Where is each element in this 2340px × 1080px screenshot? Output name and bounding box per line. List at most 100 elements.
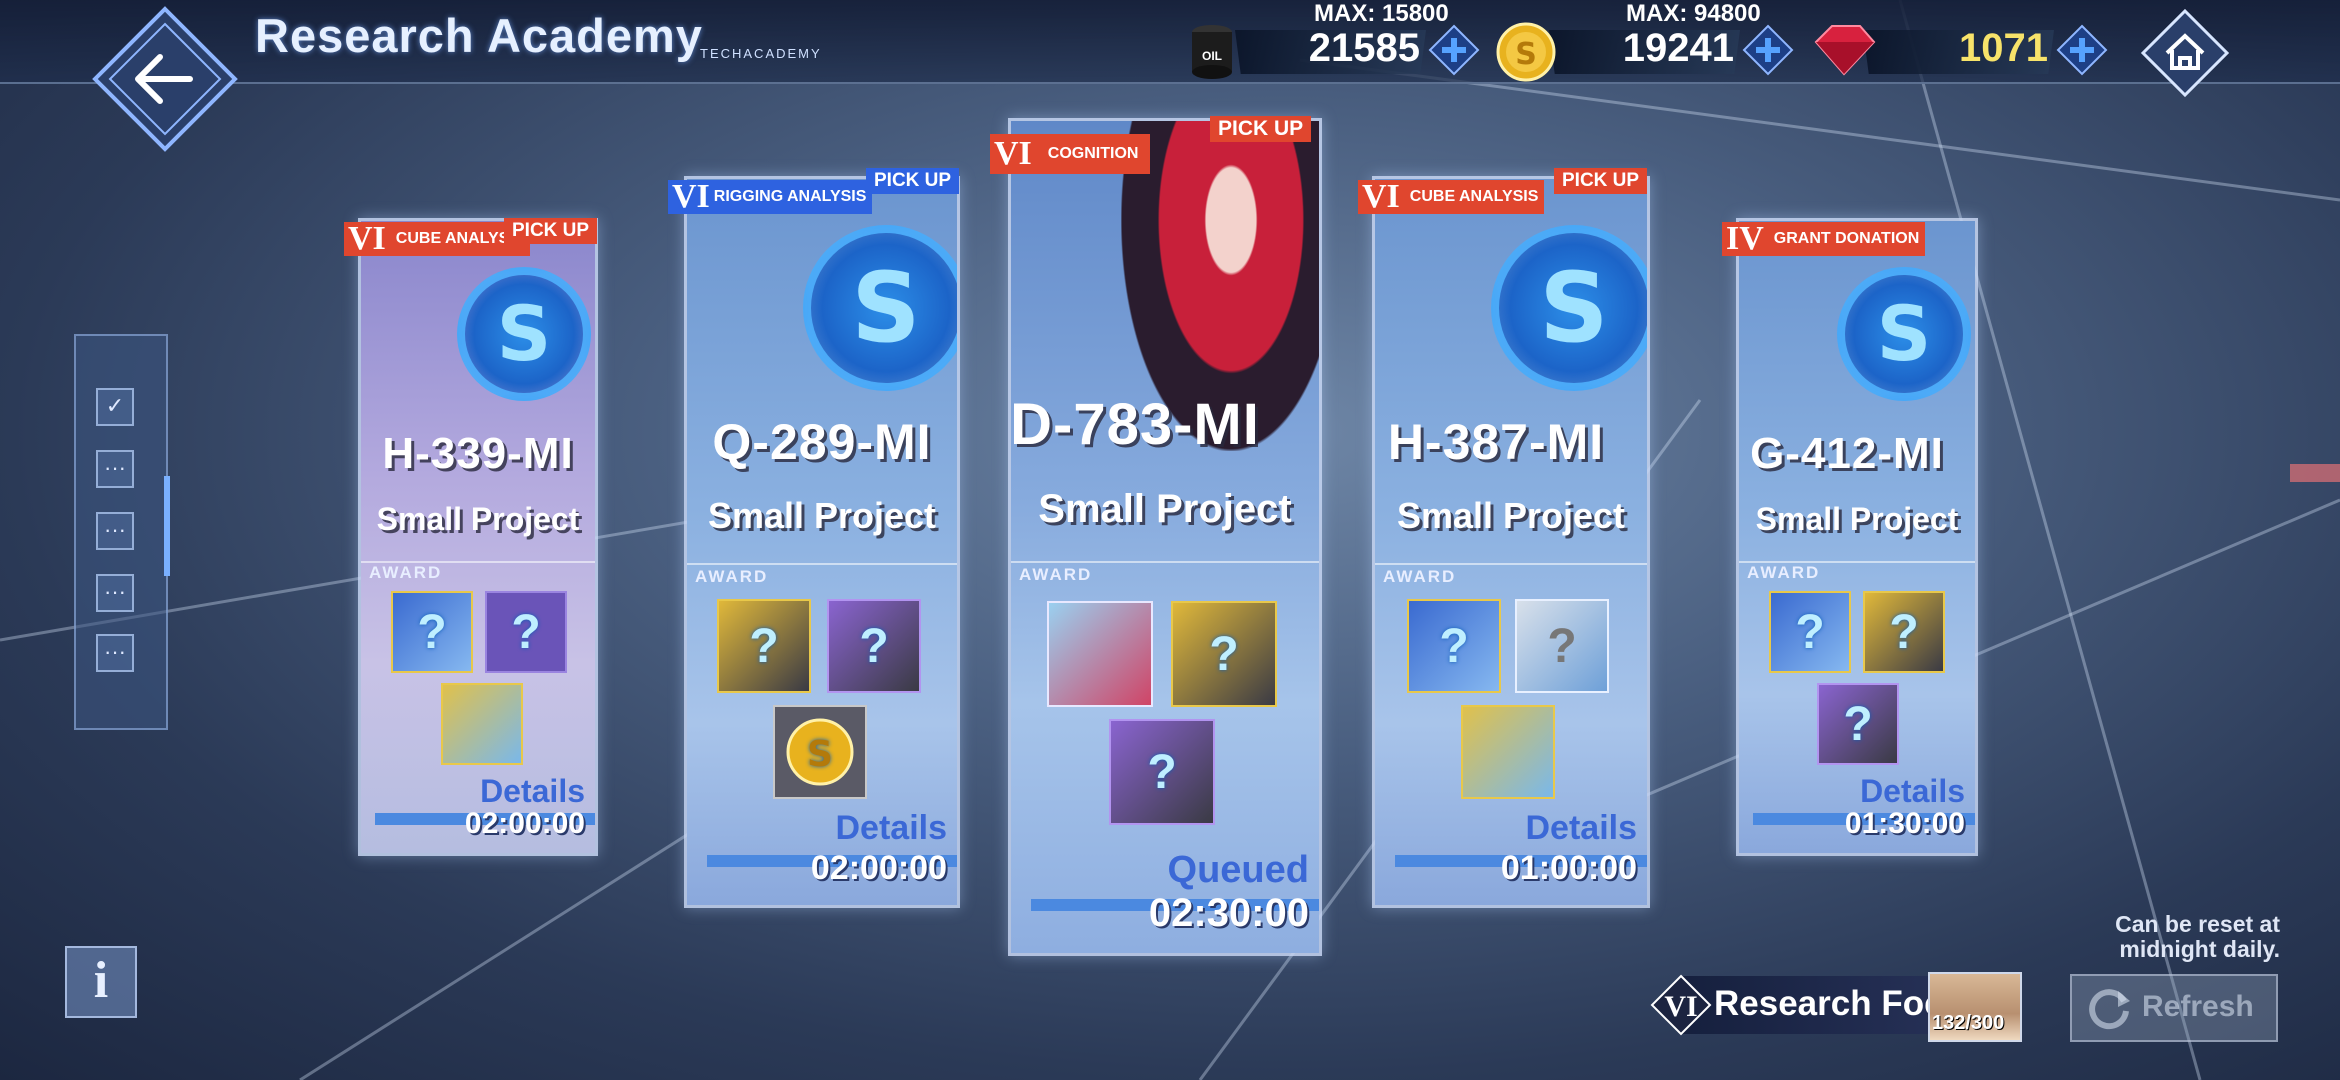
rank-label: VI <box>1362 178 1400 215</box>
plus-icon <box>1742 24 1794 76</box>
award-mystery-box-icon[interactable]: ? <box>1863 591 1945 673</box>
award-blueprint-icon[interactable]: ? <box>1769 591 1851 673</box>
svg-text:S: S <box>1515 37 1537 72</box>
research-card-4[interactable]: S H-387-MI Small Project AWARD ? ? Detai… <box>1372 176 1650 908</box>
award-mystery-box-icon[interactable]: ? <box>1817 683 1899 765</box>
svg-text:VI: VI <box>1664 990 1697 1023</box>
card-4-tag: VI CUBE ANALYSIS <box>1358 178 1545 215</box>
add-gem-button[interactable] <box>2056 24 2108 76</box>
oil-barrel-icon: OIL <box>1180 18 1244 82</box>
project-size: Small Project <box>707 495 937 536</box>
research-card-2[interactable]: S Q-289-MI Small Project AWARD ? ? S Det… <box>684 176 960 908</box>
card-timer: 01:30:00 <box>1844 807 1965 840</box>
category-label: COGNITION <box>1047 145 1139 162</box>
reset-note-line-2: midnight daily. <box>2119 936 2280 962</box>
card-timer: 02:00:00 <box>464 807 585 840</box>
card-2-tag: VI RIGGING ANALYSIS <box>668 178 873 215</box>
filter-option-1[interactable]: ··· <box>96 450 134 488</box>
gold-coin-icon: S <box>1494 18 1558 82</box>
award-mystery-box-icon[interactable]: ? <box>717 599 811 693</box>
home-button[interactable] <box>2140 8 2230 98</box>
award-label: AWARD <box>1383 567 1457 586</box>
card-status: Details <box>1860 773 1965 809</box>
pickup-badge: PICK UP <box>504 218 598 244</box>
card-3-tag: VI COGNITION <box>990 134 1151 174</box>
card-status: Queued <box>1167 849 1309 891</box>
award-label: AWARD <box>369 563 443 582</box>
filter-scroll-rail <box>164 476 170 576</box>
project-code: D-783-MI <box>1010 392 1260 457</box>
award-divider <box>687 563 957 565</box>
award-mystery-box-icon[interactable]: ? <box>1109 719 1215 825</box>
refresh-label: Refresh <box>2142 990 2254 1023</box>
refresh-button[interactable]: Refresh <box>2070 974 2278 1042</box>
rank-label: VI <box>672 178 710 215</box>
category-label: RIGGING ANALYSIS <box>713 188 867 205</box>
filter-option-2[interactable]: ··· <box>96 512 134 550</box>
research-card-5[interactable]: S G-412-MI Small Project AWARD ? ? ? Det… <box>1736 218 1978 856</box>
research-focus-button[interactable]: VI Research Focus 132/300 <box>1650 972 2022 1042</box>
page-title: Research Academy <box>255 9 703 62</box>
award-mystery-box-icon[interactable]: ? <box>827 599 921 693</box>
category-label: CUBE ANALYSIS <box>1409 188 1539 205</box>
award-mystery-icon[interactable]: ? <box>485 591 567 673</box>
card-5-tag: IV GRANT DONATION <box>1722 220 1926 257</box>
page-subtitle: TECHACADEMY <box>700 46 822 61</box>
research-card-3[interactable]: D-783-MI Small Project AWARD ? ? Queued … <box>1008 118 1322 956</box>
card-timer: 01:00:00 <box>1500 849 1637 887</box>
research-focus-count: 132/300 <box>1932 1012 2005 1034</box>
award-chip-icon[interactable] <box>441 683 523 765</box>
card-status: Details <box>835 809 948 847</box>
oil-resource: MAX: 15800 OIL 21585 <box>1180 0 1480 79</box>
award-blueprint-icon[interactable]: ? <box>391 591 473 673</box>
award-divider <box>1375 563 1647 565</box>
award-label: AWARD <box>695 567 769 586</box>
home-icon <box>2140 8 2230 98</box>
coin-resource: MAX: 94800 S 19241 <box>1494 0 1794 82</box>
rank-label: VI <box>994 135 1032 172</box>
award-label: AWARD <box>1019 565 1093 584</box>
company-logo-icon: S <box>457 267 591 401</box>
add-oil-button[interactable] <box>1428 24 1480 76</box>
svg-text:S: S <box>807 734 833 775</box>
coin-value: 19241 <box>1622 26 1734 70</box>
research-card-1[interactable]: S H-339-MI Small Project AWARD ? ? Detai… <box>358 218 598 856</box>
company-logo-icon: S <box>1837 267 1971 401</box>
category-label: GRANT DONATION <box>1773 230 1920 247</box>
plus-icon <box>1428 24 1480 76</box>
ruby-gem-icon <box>1808 18 1876 82</box>
award-mystery-box-icon[interactable]: ? <box>1171 601 1277 707</box>
award-document-icon[interactable]: ? <box>1515 599 1609 693</box>
oil-icon-text: OIL <box>1202 49 1222 63</box>
card-timer: 02:00:00 <box>810 849 947 887</box>
back-button[interactable] <box>90 4 240 154</box>
project-code: H-387-MI <box>1387 414 1605 470</box>
award-character-card-icon[interactable] <box>1047 601 1153 707</box>
info-button[interactable]: i <box>65 946 137 1018</box>
rank-label: VI <box>348 220 386 257</box>
card-status: Details <box>1525 809 1638 847</box>
card-status: Details <box>480 773 585 809</box>
coin-max-label: MAX: 94800 <box>1626 0 1761 27</box>
project-code: H-339-MI <box>382 429 574 478</box>
project-size: Small Project <box>1038 487 1292 531</box>
filter-option-4[interactable]: ··· <box>96 634 134 672</box>
reset-note: Can be reset at midnight daily. <box>2060 912 2280 962</box>
oil-value: 21585 <box>1308 26 1420 70</box>
filter-option-3[interactable]: ··· <box>96 574 134 612</box>
award-gold-coin-icon[interactable]: S <box>773 705 867 799</box>
add-coin-button[interactable] <box>1742 24 1794 76</box>
filter-checkbox-all[interactable]: ✓ <box>96 388 134 426</box>
company-logo-icon: S <box>803 225 957 391</box>
refresh-icon <box>2089 989 2130 1030</box>
award-chip-icon[interactable] <box>1461 705 1555 799</box>
card-timer: 02:30:00 <box>1148 891 1309 935</box>
pickup-badge: PICK UP <box>1554 168 1648 194</box>
award-blueprint-icon[interactable]: ? <box>1407 599 1501 693</box>
project-size: Small Project <box>1396 495 1626 536</box>
plus-icon <box>2056 24 2108 76</box>
gem-resource: 1071 <box>1808 18 2108 76</box>
pickup-badge: PICK UP <box>1210 116 1312 142</box>
project-size: Small Project <box>1755 501 1959 537</box>
pickup-badge: PICK UP <box>866 168 960 194</box>
